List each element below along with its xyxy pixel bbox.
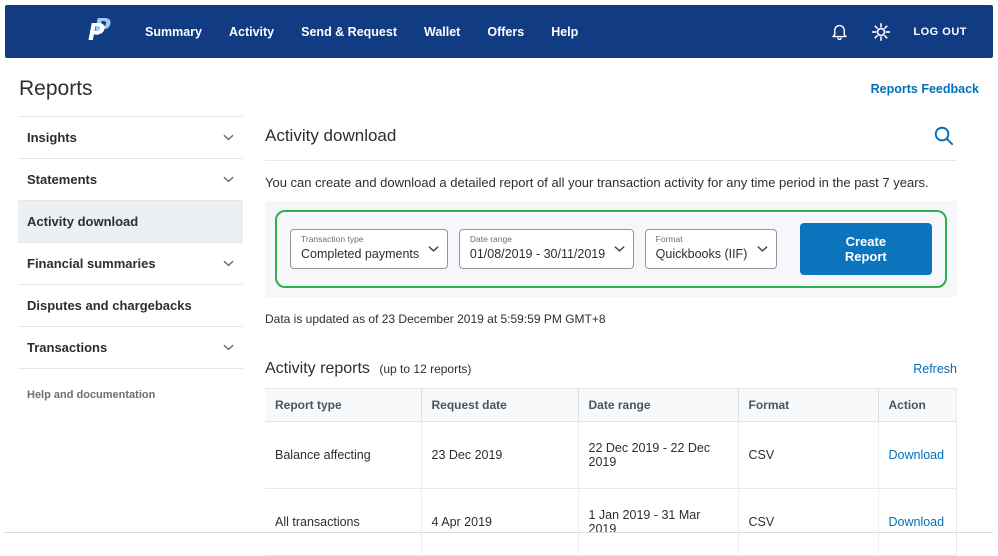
- refresh-link[interactable]: Refresh: [913, 362, 957, 376]
- content: Insights Statements Activity download Fi…: [5, 116, 993, 556]
- nav-item-wallet[interactable]: Wallet: [424, 25, 460, 39]
- cell-format: CSV: [738, 489, 878, 556]
- chevron-down-icon: [223, 176, 234, 183]
- chevron-down-icon: [614, 245, 625, 252]
- cell-date-range: 22 Dec 2019 - 22 Dec 2019: [578, 422, 738, 489]
- page-title: Reports: [19, 77, 93, 101]
- reports-table: Report type Request date Date range Form…: [265, 388, 957, 556]
- sidebar-help-and-documentation-link[interactable]: Help and documentation: [18, 369, 243, 421]
- nav-item-summary[interactable]: Summary: [145, 25, 202, 39]
- chevron-down-icon: [223, 344, 234, 351]
- sidebar-item-activity-download[interactable]: Activity download: [18, 201, 243, 243]
- create-report-button[interactable]: Create Report: [800, 223, 932, 275]
- transaction-type-dropdown[interactable]: Transaction type Completed payments: [290, 229, 448, 269]
- filter-panel: Transaction type Completed payments Date…: [265, 201, 957, 297]
- reports-feedback-link[interactable]: Reports Feedback: [871, 82, 979, 96]
- nav-item-send-request[interactable]: Send & Request: [301, 25, 397, 39]
- cell-date-range: 1 Jan 2019 - 31 Mar 2019: [578, 489, 738, 556]
- main-header: Activity download: [265, 120, 957, 161]
- activity-reports-header: Activity reports (up to 12 reports) Refr…: [265, 360, 957, 378]
- chevron-down-icon: [757, 245, 768, 252]
- cell-format: CSV: [738, 422, 878, 489]
- dropdown-label: Format: [656, 234, 746, 245]
- cell-report-type: Balance affecting: [265, 422, 421, 489]
- table-header-row: Report type Request date Date range Form…: [265, 389, 957, 422]
- column-header-request-date: Request date: [421, 389, 578, 422]
- nav-right: LOG OUT: [830, 22, 967, 42]
- download-link[interactable]: Download: [889, 515, 945, 529]
- chevron-down-icon: [223, 134, 234, 141]
- dropdown-value: Completed payments: [301, 247, 419, 261]
- sidebar-item-disputes-chargebacks[interactable]: Disputes and chargebacks: [18, 285, 243, 327]
- dropdown-value: Quickbooks (IIF): [656, 247, 748, 261]
- description-text: You can create and download a detailed r…: [265, 175, 957, 190]
- chevron-down-icon: [428, 245, 439, 252]
- logout-button[interactable]: LOG OUT: [913, 26, 967, 38]
- activity-reports-subtitle: (up to 12 reports): [379, 362, 471, 376]
- sidebar-item-statements[interactable]: Statements: [18, 159, 243, 201]
- column-header-action: Action: [878, 389, 957, 422]
- data-updated-text: Data is updated as of 23 December 2019 a…: [265, 312, 957, 326]
- nav-item-help[interactable]: Help: [551, 25, 578, 39]
- sidebar-item-transactions[interactable]: Transactions: [18, 327, 243, 369]
- cell-request-date: 23 Dec 2019: [421, 422, 578, 489]
- sidebar-item-label: Transactions: [27, 340, 107, 355]
- dropdown-label: Transaction type: [301, 234, 417, 245]
- download-link[interactable]: Download: [889, 448, 945, 462]
- sidebar-item-financial-summaries[interactable]: Financial summaries: [18, 243, 243, 285]
- sidebar-item-label: Disputes and chargebacks: [27, 298, 192, 313]
- nav-menu: Summary Activity Send & Request Wallet O…: [145, 25, 578, 39]
- activity-reports-title: Activity reports: [265, 360, 370, 377]
- column-header-format: Format: [738, 389, 878, 422]
- highlight-green-outline: Transaction type Completed payments Date…: [275, 210, 947, 288]
- cell-report-type: All transactions: [265, 489, 421, 556]
- search-icon[interactable]: [932, 124, 955, 147]
- dropdown-value: 01/08/2019 - 30/11/2019: [470, 247, 605, 261]
- paypal-logo-icon[interactable]: P P: [87, 16, 113, 48]
- sidebar-item-label: Statements: [27, 172, 97, 187]
- top-nav: P P Summary Activity Send & Request Wall…: [5, 5, 993, 58]
- date-range-dropdown[interactable]: Date range 01/08/2019 - 30/11/2019: [459, 229, 634, 269]
- dropdown-label: Date range: [470, 234, 603, 245]
- chevron-down-icon: [223, 260, 234, 267]
- sidebar-item-label: Financial summaries: [27, 256, 156, 271]
- nav-item-activity[interactable]: Activity: [229, 25, 274, 39]
- column-header-report-type: Report type: [265, 389, 421, 422]
- sidebar-item-label: Activity download: [27, 214, 138, 229]
- column-header-date-range: Date range: [578, 389, 738, 422]
- sidebar-item-label: Insights: [27, 130, 77, 145]
- window-bottom-edge: [5, 532, 993, 533]
- page: P P Summary Activity Send & Request Wall…: [0, 0, 998, 543]
- settings-gear-icon[interactable]: [871, 22, 891, 42]
- section-title: Activity download: [265, 126, 396, 146]
- page-header: Reports Reports Feedback: [5, 58, 993, 116]
- nav-item-offers[interactable]: Offers: [487, 25, 524, 39]
- cell-request-date: 4 Apr 2019: [421, 489, 578, 556]
- table-row: All transactions 4 Apr 2019 1 Jan 2019 -…: [265, 489, 957, 556]
- sidebar: Insights Statements Activity download Fi…: [18, 116, 243, 421]
- notifications-bell-icon[interactable]: [830, 22, 849, 41]
- main-panel: Activity download You can create and dow…: [265, 116, 957, 556]
- table-row: Balance affecting 23 Dec 2019 22 Dec 201…: [265, 422, 957, 489]
- format-dropdown[interactable]: Format Quickbooks (IIF): [645, 229, 777, 269]
- sidebar-item-insights[interactable]: Insights: [18, 117, 243, 159]
